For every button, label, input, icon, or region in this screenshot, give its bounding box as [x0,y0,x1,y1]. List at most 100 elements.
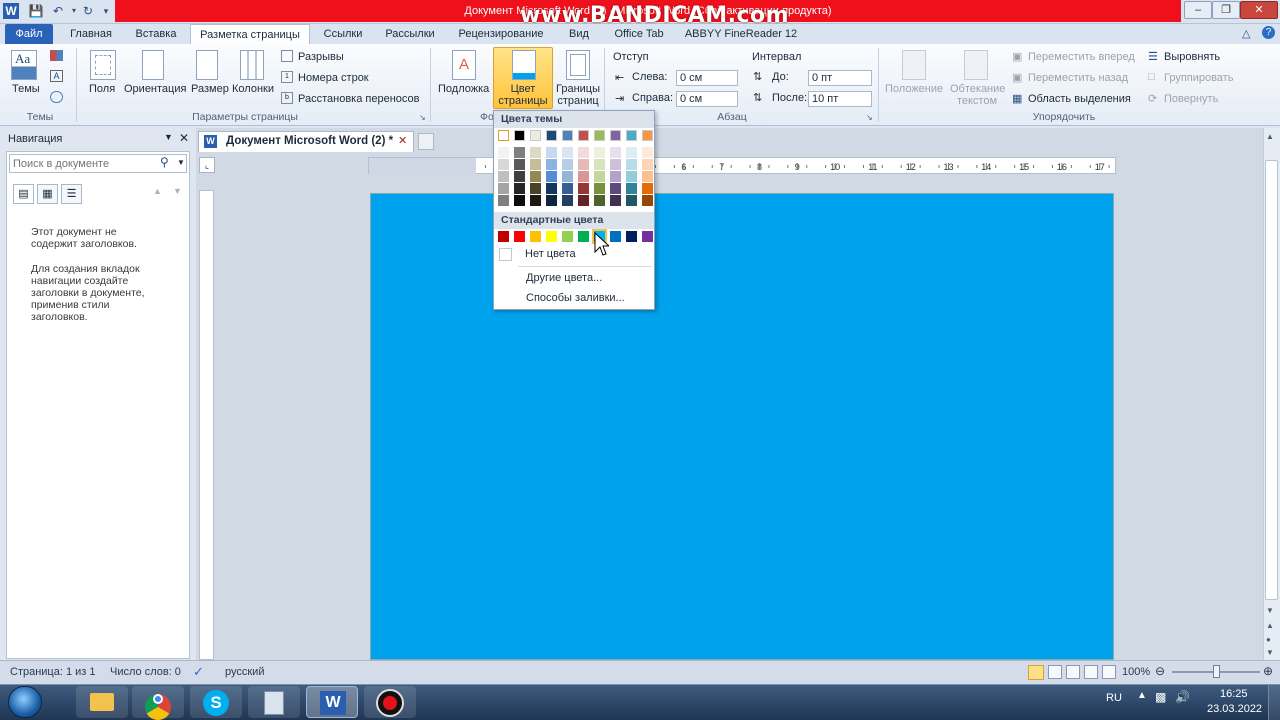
hyphenation-label[interactable]: Расстановка переносов [298,93,419,105]
keyboard-language[interactable]: RU [1106,692,1122,704]
theme-shade-swatch[interactable] [530,159,541,170]
tab-mailings[interactable]: Рассылки [378,24,442,44]
theme-colors-icon[interactable] [50,50,63,61]
watermark-label[interactable]: Подложка [438,83,489,95]
maximize-button[interactable]: ❐ [1212,1,1240,19]
theme-color-swatch[interactable] [594,130,605,141]
theme-shade-swatch[interactable] [546,171,557,182]
vertical-ruler[interactable] [199,190,214,660]
hyphenation-icon[interactable]: b [281,92,293,104]
taskbar-skype[interactable]: S [190,686,242,718]
breaks-label[interactable]: Разрывы [298,51,344,63]
theme-shade-swatch[interactable] [578,147,589,158]
theme-shade-swatch[interactable] [626,183,637,194]
standard-color-swatch[interactable] [514,231,525,242]
theme-color-swatch[interactable] [610,130,621,141]
tab-office-tab[interactable]: Office Tab [606,24,672,44]
theme-shade-swatch[interactable] [546,147,557,158]
theme-shade-swatch[interactable] [498,147,509,158]
taskbar-chrome[interactable] [132,686,184,720]
theme-shade-swatch[interactable] [578,195,589,206]
theme-shade-swatch[interactable] [594,195,605,206]
theme-shade-swatch[interactable] [594,171,605,182]
tab-abbyy[interactable]: ABBYY FineReader 12 [682,24,800,44]
theme-shade-swatch[interactable] [498,159,509,170]
size-icon[interactable] [196,50,218,80]
theme-effects-icon[interactable] [50,91,63,103]
theme-color-swatch[interactable] [562,130,573,141]
headings-view-icon[interactable]: ▤ [13,184,34,204]
theme-shade-swatch[interactable] [530,171,541,182]
taskbar-bandicam[interactable] [364,686,416,718]
columns-label[interactable]: Колонки [232,83,274,95]
scroll-up-icon[interactable]: ▲ [1266,132,1274,141]
no-color-item[interactable]: Нет цвета [525,248,576,260]
clock-time[interactable]: 16:25 [1220,688,1248,700]
theme-shade-swatch[interactable] [498,183,509,194]
theme-shade-swatch[interactable] [562,183,573,194]
status-words[interactable]: Число слов: 0 [110,666,181,678]
minimize-ribbon-icon[interactable]: △ [1242,27,1250,40]
theme-shade-swatch[interactable] [546,183,557,194]
fill-effects-item[interactable]: Способы заливки... [526,292,625,304]
nav-close-icon[interactable]: ✕ [179,131,189,145]
search-options-chevron-icon[interactable]: ▼ [177,158,185,167]
theme-shade-swatch[interactable] [642,147,653,158]
spacing-after-field[interactable]: 10 пт [808,91,872,107]
themes-button-label[interactable]: Темы [12,83,40,95]
minimize-button[interactable]: – [1184,1,1212,19]
browse-object-icon[interactable]: ● [1266,635,1271,644]
theme-shade-swatch[interactable] [626,159,637,170]
theme-shade-swatch[interactable] [562,159,573,170]
theme-color-swatch[interactable] [578,130,589,141]
selection-pane-label[interactable]: Область выделения [1028,93,1131,105]
prev-page-icon[interactable]: ▲ [1266,621,1274,630]
themes-icon[interactable]: Aa [11,50,37,80]
standard-color-swatch[interactable] [578,231,589,242]
theme-color-swatch[interactable] [546,130,557,141]
start-button[interactable] [8,686,42,718]
volume-icon[interactable]: 🔊 [1175,690,1190,704]
theme-shade-swatch[interactable] [594,159,605,170]
theme-shade-swatch[interactable] [562,195,573,206]
theme-shade-swatch[interactable] [514,147,525,158]
nav-menu-chevron-icon[interactable]: ▼ [164,132,173,142]
tab-file[interactable]: Файл [5,24,53,44]
columns-icon[interactable] [240,50,264,80]
page-borders-label[interactable]: Границы страниц [556,83,600,107]
paragraph-launcher-icon[interactable]: ↘ [866,113,873,122]
theme-shade-swatch[interactable] [642,159,653,170]
theme-shade-swatch[interactable] [610,171,621,182]
theme-color-swatch[interactable] [498,130,509,141]
size-label[interactable]: Размер [191,83,229,95]
theme-color-swatch[interactable] [626,130,637,141]
taskbar-explorer[interactable] [76,686,128,718]
standard-color-swatch[interactable] [530,231,541,242]
proofing-icon[interactable]: ✓ [193,664,204,680]
line-numbers-label[interactable]: Номера строк [298,72,369,84]
document-page[interactable] [370,193,1114,660]
indent-right-field[interactable]: 0 см [676,91,738,107]
align-icon[interactable]: ☰ [1148,50,1158,63]
prev-heading-icon[interactable]: ▲ [153,186,162,196]
tray-expand-icon[interactable]: ▲ [1137,690,1147,701]
next-heading-icon[interactable]: ▼ [173,186,182,196]
tab-page-layout[interactable]: Разметка страницы [190,24,310,44]
word-app-icon[interactable]: W [3,3,19,19]
zoom-slider-thumb[interactable] [1213,665,1220,678]
theme-shade-swatch[interactable] [642,171,653,182]
standard-color-swatch[interactable] [562,231,573,242]
align-label[interactable]: Выровнять [1164,51,1220,63]
theme-shade-swatch[interactable] [562,171,573,182]
pages-view-icon[interactable]: ▦ [37,184,58,204]
theme-fonts-icon[interactable]: A [50,70,63,82]
margins-icon[interactable] [90,50,116,80]
customize-qat-icon[interactable]: ▾ [98,3,114,19]
network-icon[interactable]: ▩ [1155,690,1166,704]
theme-shade-swatch[interactable] [562,147,573,158]
orientation-icon[interactable] [142,50,164,80]
zoom-level[interactable]: 100% [1122,666,1150,678]
theme-shade-swatch[interactable] [594,183,605,194]
nav-search-input[interactable] [13,156,153,171]
standard-color-swatch[interactable] [498,231,509,242]
